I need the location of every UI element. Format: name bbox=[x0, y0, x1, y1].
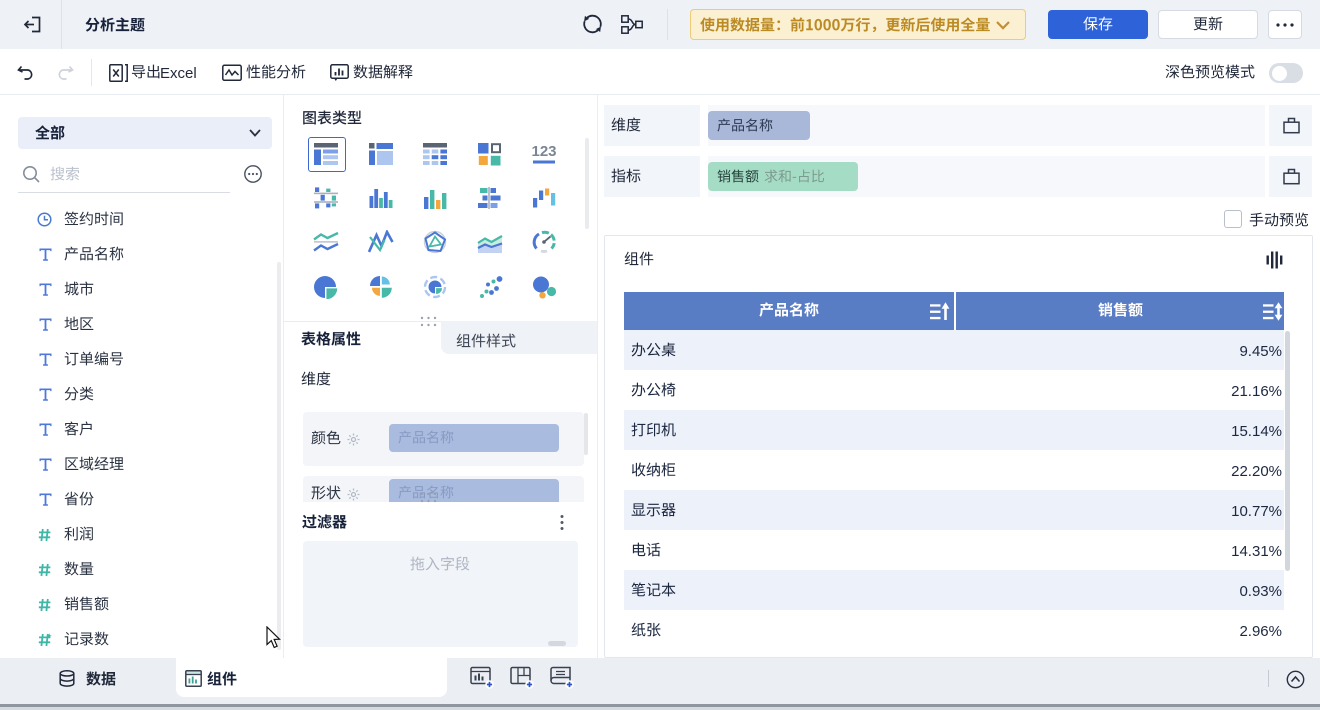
svg-text:123: 123 bbox=[532, 143, 557, 160]
